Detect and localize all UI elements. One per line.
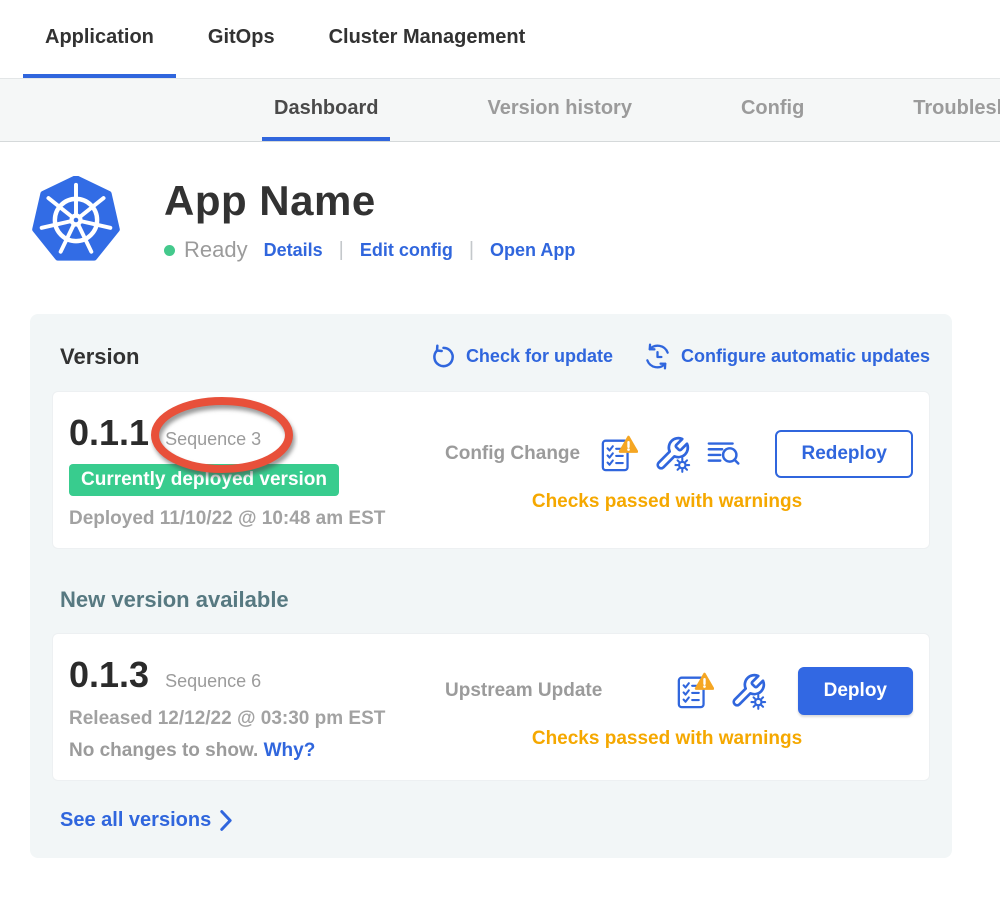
- available-version-number: 0.1.3: [69, 654, 149, 696]
- edit-config-link[interactable]: Edit config: [360, 240, 453, 261]
- see-all-versions-link[interactable]: See all versions: [60, 809, 233, 832]
- view-files-icon[interactable]: [706, 435, 744, 473]
- deploy-button[interactable]: Deploy: [798, 667, 913, 715]
- available-version-source: Upstream Update: [445, 680, 602, 702]
- currently-deployed-badge: Currently deployed version: [69, 464, 339, 496]
- preflight-checks-icon[interactable]: [600, 435, 638, 473]
- new-version-heading: New version available: [60, 587, 930, 613]
- available-checks-status: Checks passed with warnings: [421, 728, 913, 750]
- config-wrench-icon[interactable]: [653, 435, 691, 473]
- app-sub-nav: Dashboard Version history Config Trouble…: [0, 78, 1000, 142]
- available-version-sequence: Sequence 6: [165, 671, 261, 692]
- app-header: App Name Ready Details | Edit config | O…: [0, 142, 1000, 264]
- check-for-update-link[interactable]: Check for update: [430, 343, 613, 370]
- primary-nav: Application GitOps Cluster Management: [0, 0, 1000, 78]
- config-wrench-icon[interactable]: [729, 672, 767, 710]
- current-version-row: 0.1.1 Sequence 3 Currently deployed vers…: [52, 391, 930, 549]
- tab-application[interactable]: Application: [23, 0, 176, 78]
- current-checks-status: Checks passed with warnings: [421, 491, 913, 513]
- tab-config[interactable]: Config: [729, 79, 816, 141]
- tab-dashboard[interactable]: Dashboard: [262, 79, 390, 141]
- details-link[interactable]: Details: [264, 240, 323, 261]
- tab-gitops[interactable]: GitOps: [186, 0, 297, 78]
- version-card-title: Version: [60, 344, 139, 370]
- ready-dot-icon: [164, 245, 175, 256]
- redeploy-button[interactable]: Redeploy: [775, 430, 913, 478]
- no-changes-text: No changes to show.: [69, 740, 258, 761]
- released-timestamp: Released 12/12/22 @ 03:30 pm EST: [69, 708, 421, 730]
- preflight-checks-icon[interactable]: [676, 672, 714, 710]
- tab-version-history[interactable]: Version history: [475, 79, 644, 141]
- page-title: App Name: [164, 177, 575, 225]
- divider: |: [339, 239, 344, 262]
- current-version-source: Config Change: [445, 443, 580, 465]
- current-version-number: 0.1.1: [69, 412, 149, 454]
- version-card: Version Check for update: [30, 314, 952, 858]
- app-status: Ready: [164, 237, 248, 263]
- refresh-icon: [430, 343, 457, 370]
- chevron-right-icon: [220, 810, 233, 831]
- configure-automatic-updates-link[interactable]: Configure automatic updates: [643, 342, 930, 371]
- tab-troubleshoot[interactable]: Troubleshoot: [901, 79, 1000, 141]
- why-link[interactable]: Why?: [264, 740, 316, 761]
- open-app-link[interactable]: Open App: [490, 240, 575, 261]
- available-version-row: 0.1.3 Sequence 6 Released 12/12/22 @ 03:…: [52, 633, 930, 781]
- kubernetes-logo-icon: [32, 176, 120, 264]
- divider: |: [469, 239, 474, 262]
- status-label: Ready: [184, 237, 248, 263]
- tab-cluster-management[interactable]: Cluster Management: [307, 0, 548, 78]
- auto-update-clock-icon: [643, 342, 672, 371]
- current-version-sequence: Sequence 3: [165, 429, 261, 450]
- deployed-timestamp: Deployed 11/10/22 @ 10:48 am EST: [69, 508, 421, 530]
